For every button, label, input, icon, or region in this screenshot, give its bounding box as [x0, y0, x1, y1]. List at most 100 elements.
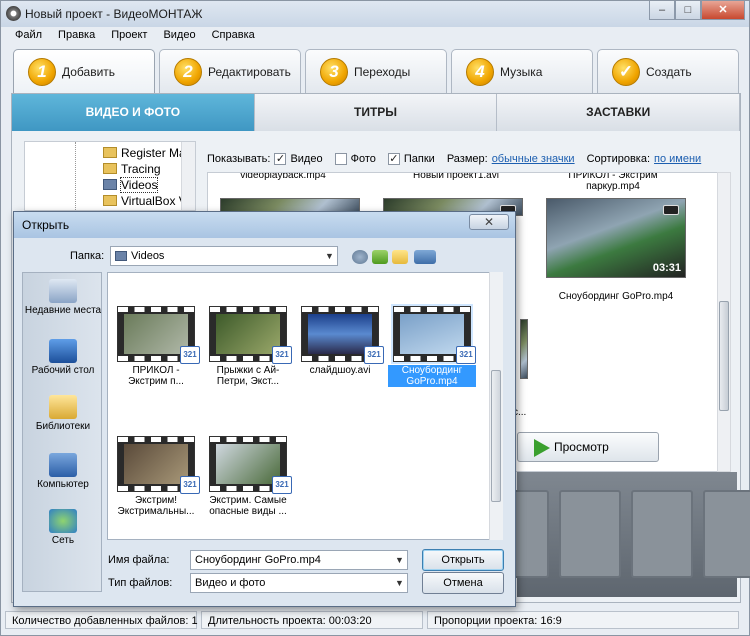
- step-number-badge: 4: [466, 58, 494, 86]
- filter-bar: Показывать: ✓ Видео Фото ✓ Папки Размер:…: [207, 148, 737, 170]
- size-link[interactable]: обычные значки: [492, 153, 575, 165]
- tree-item-register-mail[interactable]: Register Mail: [103, 146, 191, 160]
- filmstrip-decoration: [487, 472, 750, 597]
- video-badge-icon: 321: [180, 346, 200, 364]
- folder-icon: [103, 147, 117, 158]
- menu-edit[interactable]: Правка: [50, 27, 103, 45]
- media-thumbnail[interactable]: [520, 319, 528, 379]
- folder-combo[interactable]: Videos ▼: [110, 246, 338, 266]
- file-item[interactable]: 321 слайдшоу.avi: [296, 306, 384, 376]
- place-network[interactable]: Сеть: [23, 509, 103, 546]
- file-list-scrollbar[interactable]: [489, 272, 503, 540]
- tree-scrollbar[interactable]: [181, 142, 195, 210]
- menu-video[interactable]: Видео: [155, 27, 203, 45]
- cancel-button[interactable]: Отмена: [422, 572, 504, 594]
- place-recent[interactable]: Недавние места: [23, 279, 103, 316]
- tab-titles[interactable]: ТИТРЫ: [254, 94, 498, 131]
- step-tab-transitions[interactable]: 3 Переходы: [305, 49, 447, 93]
- filetype-select[interactable]: Видео и фото ▼: [190, 573, 408, 593]
- status-bar: Количество добавленных файлов: 1 Длитель…: [1, 605, 749, 635]
- place-computer[interactable]: Компьютер: [23, 453, 103, 490]
- step-label: Переходы: [354, 65, 411, 79]
- preview-button[interactable]: Просмотр: [517, 432, 659, 462]
- video-camera-icon: [663, 205, 679, 215]
- filename-label: Имя файла:: [108, 554, 170, 566]
- video-badge-icon: 321: [272, 346, 292, 364]
- video-checkbox[interactable]: ✓: [274, 153, 287, 165]
- photo-checkbox[interactable]: [334, 153, 347, 165]
- folders-checkbox[interactable]: ✓: [387, 153, 400, 165]
- dialog-close-button[interactable]: ✕: [469, 214, 509, 230]
- chevron-down-icon: ▼: [321, 247, 337, 265]
- menu-project[interactable]: Проект: [103, 27, 155, 45]
- video-thumbnail: 321: [393, 306, 476, 364]
- video-thumbnail: 321: [117, 306, 200, 364]
- chevron-down-icon: ▼: [391, 551, 407, 569]
- tree-item-tracing[interactable]: Tracing: [103, 162, 161, 176]
- folder-icon: [103, 195, 117, 206]
- minimize-button[interactable]: ‒: [649, 1, 675, 20]
- sort-link[interactable]: по имени: [654, 153, 701, 165]
- sub-tabs: ВИДЕО И ФОТО ТИТРЫ ЗАСТАВКИ: [12, 94, 741, 131]
- status-proportions: Пропорции проекта: 16:9: [427, 611, 739, 629]
- back-icon[interactable]: [352, 250, 368, 264]
- sort-label: Сортировка:: [586, 153, 651, 165]
- duration-label: 03:31: [652, 262, 681, 274]
- folder-tree[interactable]: Register Mail Tracing Videos VirtualBox …: [24, 141, 196, 211]
- place-libraries[interactable]: Библиотеки: [23, 395, 103, 432]
- file-item[interactable]: 321 Экстрим! Экстримальны...: [112, 436, 200, 517]
- tab-intros[interactable]: ЗАСТАВКИ: [497, 94, 741, 131]
- computer-icon: [49, 453, 77, 477]
- photo-checkbox-label: Фото: [350, 153, 376, 165]
- step-tab-create[interactable]: ✓ Создать: [597, 49, 739, 93]
- file-item[interactable]: 321 Прыжки с Ай-Петри, Экст...: [204, 306, 292, 387]
- app-logo-icon: [6, 6, 21, 21]
- close-button[interactable]: ✕: [701, 1, 745, 20]
- tab-video-photo[interactable]: ВИДЕО И ФОТО: [12, 94, 255, 131]
- filename-input[interactable]: Сноубординг GoPro.mp4 ▼: [190, 550, 408, 570]
- media-thumbnail[interactable]: 03:31: [546, 198, 686, 278]
- step-number-badge: 2: [174, 58, 202, 86]
- maximize-button[interactable]: □: [675, 1, 701, 20]
- libraries-icon: [49, 395, 77, 419]
- place-desktop[interactable]: Рабочий стол: [23, 339, 103, 376]
- video-badge-icon: 321: [272, 476, 292, 494]
- network-icon: [49, 509, 77, 533]
- chevron-down-icon: ▼: [391, 574, 407, 592]
- menu-file[interactable]: Файл: [7, 27, 50, 45]
- open-file-dialog: Открыть ✕ Папка: Videos ▼ Недавние места…: [13, 211, 516, 607]
- status-files-added: Количество добавленных файлов: 1: [5, 611, 198, 629]
- step-number-badge: 1: [28, 58, 56, 86]
- up-folder-icon[interactable]: [372, 250, 388, 264]
- new-folder-icon[interactable]: [392, 250, 408, 264]
- step-tab-music[interactable]: 4 Музыка: [451, 49, 593, 93]
- media-scrollbar[interactable]: [717, 172, 731, 472]
- play-icon: [534, 439, 550, 457]
- step-tab-edit[interactable]: 2 Редактировать: [159, 49, 301, 93]
- menu-help[interactable]: Справка: [204, 27, 263, 45]
- size-label: Размер:: [446, 153, 488, 165]
- step-tabs: 1 Добавить 2 Редактировать 3 Переходы 4 …: [11, 49, 741, 93]
- recent-places-icon: [49, 279, 77, 303]
- scrollbar-thumb[interactable]: [491, 370, 501, 502]
- file-list: 321 ПРИКОЛ - Экстрим п... 321 Прыжки с А…: [107, 272, 503, 540]
- media-caption: Новый проект1.avi: [413, 172, 499, 181]
- file-item-selected[interactable]: 321 Сноубординг GoPro.mp4: [388, 306, 476, 387]
- video-thumbnail: 321: [209, 306, 292, 364]
- view-menu-icon[interactable]: [414, 250, 436, 264]
- scrollbar-thumb[interactable]: [719, 301, 729, 411]
- video-thumbnail: 321: [301, 306, 384, 364]
- step-label: Музыка: [500, 65, 543, 79]
- step-tab-add[interactable]: 1 Добавить: [13, 49, 155, 93]
- dialog-title-bar: Открыть ✕: [14, 212, 515, 238]
- file-item[interactable]: 321 ПРИКОЛ - Экстрим п...: [112, 306, 200, 387]
- checkmark-icon: ✓: [612, 58, 640, 86]
- open-button[interactable]: Открыть: [422, 549, 504, 571]
- video-checkbox-label: Видео: [290, 153, 323, 165]
- file-item[interactable]: 321 Экстрим. Самые опасные виды ...: [204, 436, 292, 517]
- tree-item-videos[interactable]: Videos: [103, 177, 159, 193]
- desktop-icon: [49, 339, 77, 363]
- places-bar: Недавние места Рабочий стол Библиотеки К…: [22, 272, 102, 592]
- video-folder-icon: [115, 251, 127, 261]
- media-caption: Сноубординг GoPro.mp4: [558, 291, 674, 302]
